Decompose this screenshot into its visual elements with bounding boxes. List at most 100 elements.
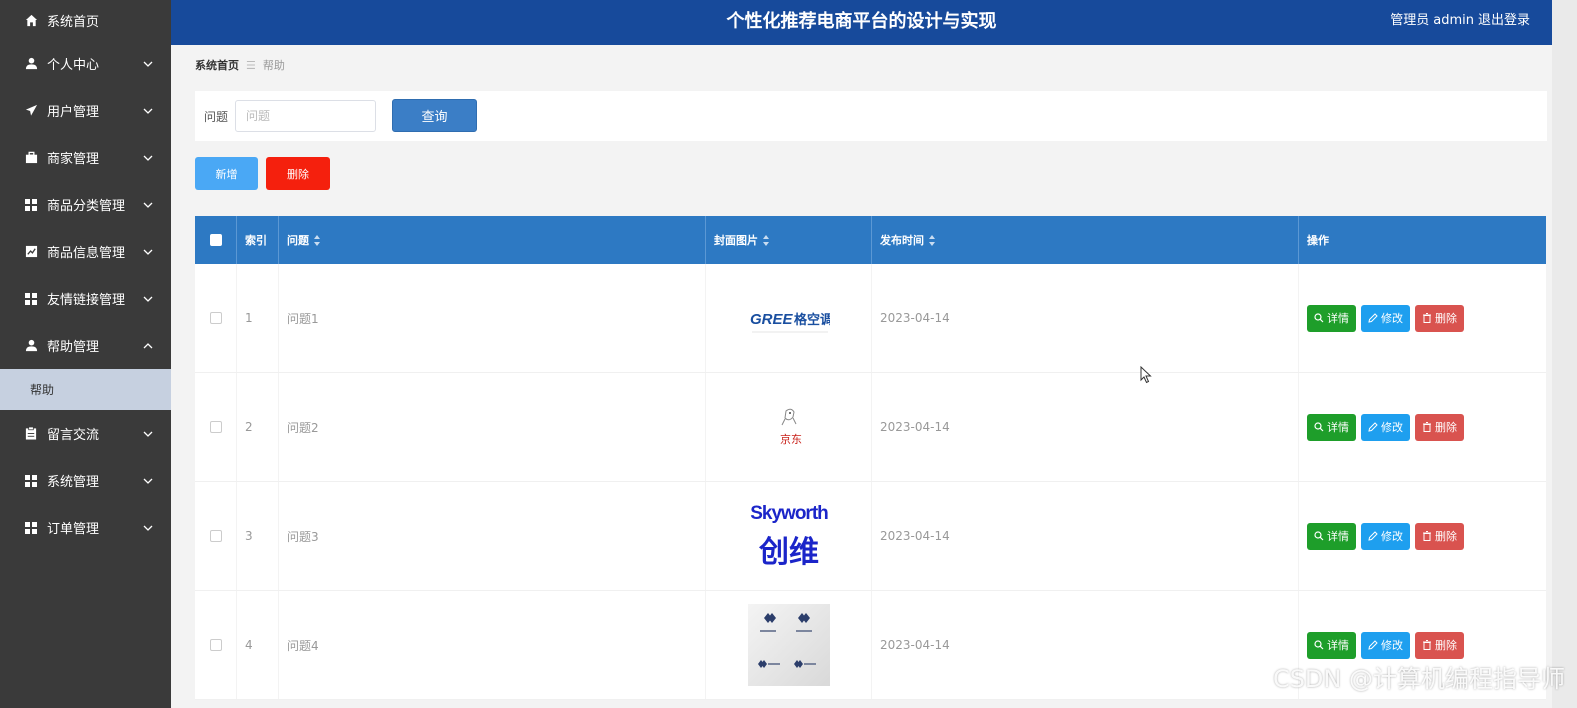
row-actions: 详情 修改 删除 xyxy=(1299,264,1546,372)
sidebar-item-merchants[interactable]: 商家管理 xyxy=(0,134,171,181)
sidebar-item-categories[interactable]: 商品分类管理 xyxy=(0,181,171,228)
chevron-down-icon xyxy=(143,431,153,437)
delete-label: 删除 xyxy=(1435,530,1457,543)
breadcrumb-separator: ☰ xyxy=(246,59,256,72)
delete-button[interactable]: 删除 xyxy=(1415,413,1464,441)
search-button[interactable]: 查询 xyxy=(392,99,477,132)
detail-button[interactable]: 详情 xyxy=(1307,413,1356,441)
row-index: 4 xyxy=(237,591,279,699)
sidebar-item-label: 商品分类管理 xyxy=(47,199,126,214)
skyworth-logo: Skyworth 创维 xyxy=(746,494,831,578)
row-checkbox[interactable] xyxy=(209,639,222,651)
grid-icon xyxy=(24,292,38,306)
chevron-down-icon xyxy=(143,296,153,302)
gree-logo: GREE 格空调 xyxy=(747,276,831,360)
header-index: 索引 xyxy=(237,216,279,264)
search-label: 问题 xyxy=(204,110,229,124)
row-checkbox[interactable] xyxy=(209,312,222,324)
row-index: 3 xyxy=(237,482,279,590)
sidebar-item-home[interactable]: 系统首页 xyxy=(0,0,171,40)
pencil-icon xyxy=(1368,313,1378,323)
sidebar-subitem-label: 帮助 xyxy=(30,383,55,397)
page-title: 个性化推荐电商平台的设计与实现 xyxy=(726,11,997,32)
sort-icon[interactable] xyxy=(314,234,321,246)
header-cover[interactable]: 封面图片 xyxy=(706,216,872,264)
grid-icon xyxy=(24,474,38,488)
header-date[interactable]: 发布时间 xyxy=(872,216,1299,264)
breadcrumb-current: 帮助 xyxy=(262,59,285,72)
search-panel: 问题 查询 xyxy=(195,91,1547,141)
select-all-cell xyxy=(195,216,237,264)
header-question[interactable]: 问题 xyxy=(279,216,706,264)
row-index: 1 xyxy=(237,264,279,372)
delete-button[interactable]: 删除 xyxy=(1415,522,1464,550)
delete-label: 删除 xyxy=(1435,312,1457,325)
sidebar-item-messages[interactable]: 留言交流 xyxy=(0,410,171,457)
breadcrumb: 系统首页 ☰ 帮助 xyxy=(195,57,285,73)
edit-label: 修改 xyxy=(1381,639,1403,652)
detail-button[interactable]: 详情 xyxy=(1307,631,1356,659)
header-ops: 操作 xyxy=(1307,234,1329,247)
row-date: 2023-04-14 xyxy=(872,373,1299,481)
table-header: 索引 问题 封面图片 发布时间 操作 xyxy=(195,216,1546,264)
search-input[interactable] xyxy=(235,100,376,132)
sidebar-item-products[interactable]: 商品信息管理 xyxy=(0,228,171,275)
select-all-checkbox[interactable] xyxy=(209,234,222,246)
grid-icon xyxy=(24,198,38,212)
trash-icon xyxy=(1423,640,1431,650)
sidebar-item-system[interactable]: 系统管理 xyxy=(0,457,171,504)
sidebar-item-label: 留言交流 xyxy=(47,428,100,443)
sidebar-item-label: 帮助管理 xyxy=(47,340,100,355)
batch-delete-button[interactable]: 删除 xyxy=(266,157,330,190)
sidebar-item-users[interactable]: 用户管理 xyxy=(0,87,171,134)
chevron-down-icon xyxy=(143,61,153,67)
row-question: 问题3 xyxy=(279,482,706,590)
search-icon xyxy=(1314,422,1324,432)
table-row: 1 问题1 GREE 格空调 2023-04-14 详情 修改 删除 xyxy=(195,264,1546,373)
pencil-icon xyxy=(1368,531,1378,541)
sort-icon[interactable] xyxy=(929,234,936,246)
sidebar-item-links[interactable]: 友情链接管理 xyxy=(0,275,171,322)
sidebar-item-label: 订单管理 xyxy=(47,522,100,537)
row-checkbox[interactable] xyxy=(209,530,222,542)
sidebar-item-label: 个人中心 xyxy=(47,58,100,73)
breadcrumb-home[interactable]: 系统首页 xyxy=(195,59,239,72)
top-header: 个性化推荐电商平台的设计与实现 管理员 admin 退出登录 xyxy=(171,0,1552,45)
user-icon xyxy=(24,57,38,71)
trash-icon xyxy=(1423,313,1431,323)
edit-button[interactable]: 修改 xyxy=(1361,304,1410,332)
sort-icon[interactable] xyxy=(763,234,770,246)
add-button[interactable]: 新增 xyxy=(195,157,258,190)
row-check-cell xyxy=(195,264,237,372)
row-cover: GREE 格空调 xyxy=(706,264,872,372)
table-row: 2 问题2 京东 2023-04-14 详情 修改 删除 xyxy=(195,373,1546,482)
edit-button[interactable]: 修改 xyxy=(1361,631,1410,659)
chart-icon xyxy=(24,245,38,259)
sidebar-item-profile[interactable]: 个人中心 xyxy=(0,40,171,87)
search-icon xyxy=(1314,531,1324,541)
sidebar-item-help[interactable]: 帮助管理 xyxy=(0,322,171,369)
chevron-down-icon xyxy=(143,478,153,484)
edit-button[interactable]: 修改 xyxy=(1361,522,1410,550)
svg-text:格空调: 格空调 xyxy=(794,312,830,328)
row-actions: 详情 修改 删除 xyxy=(1299,373,1546,481)
row-cover xyxy=(706,591,872,699)
row-checkbox[interactable] xyxy=(209,421,222,433)
row-question: 问题2 xyxy=(279,373,706,481)
sidebar-subitem-help[interactable]: 帮助 xyxy=(0,369,171,410)
delete-button[interactable]: 删除 xyxy=(1415,304,1464,332)
row-date: 2023-04-14 xyxy=(872,264,1299,372)
detail-button[interactable]: 详情 xyxy=(1307,304,1356,332)
help-table: 索引 问题 封面图片 发布时间 操作 1 问题1 GREE 格空调 2023-0… xyxy=(195,216,1546,700)
sidebar-item-orders[interactable]: 订单管理 xyxy=(0,504,171,551)
sidebar-item-label: 用户管理 xyxy=(47,105,100,120)
row-check-cell xyxy=(195,482,237,590)
brand-logo xyxy=(747,603,831,687)
row-cover: Skyworth 创维 xyxy=(706,482,872,590)
edit-button[interactable]: 修改 xyxy=(1361,413,1410,441)
detail-button[interactable]: 详情 xyxy=(1307,522,1356,550)
logout-link[interactable]: 退出登录 xyxy=(1478,13,1530,28)
scrollbar-track[interactable] xyxy=(1552,0,1577,708)
delete-button[interactable]: 删除 xyxy=(1415,631,1464,659)
trash-icon xyxy=(1423,531,1431,541)
